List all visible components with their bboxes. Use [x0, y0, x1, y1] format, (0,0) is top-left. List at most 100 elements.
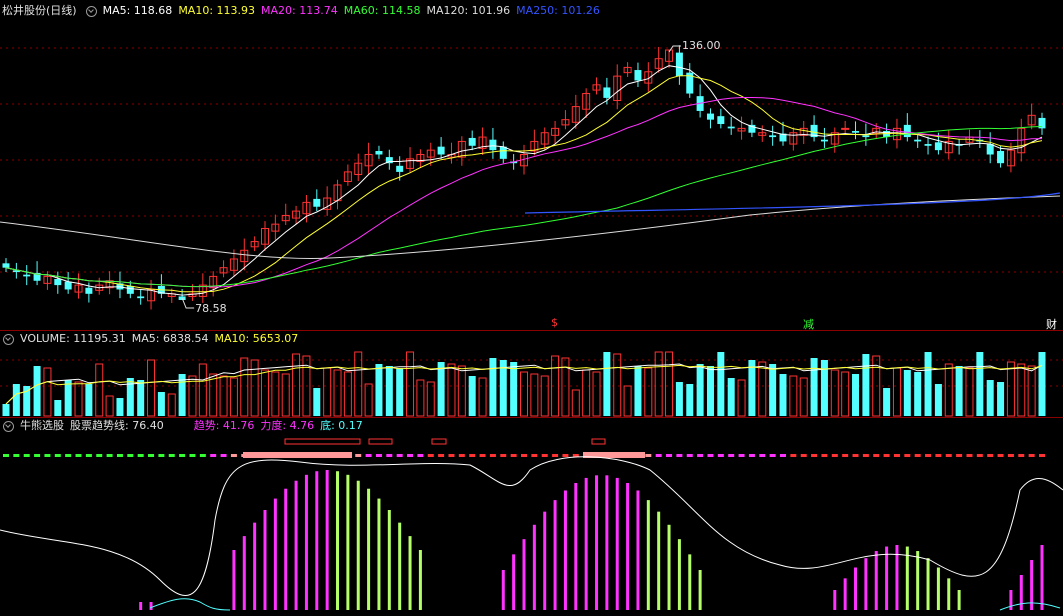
- indicator-bar: [595, 475, 599, 610]
- volume-bar: [2, 404, 10, 416]
- volume-bar: [582, 369, 591, 417]
- status-dash: [127, 454, 134, 457]
- indicator-bar: [947, 578, 951, 610]
- volume-bar: [965, 367, 974, 417]
- volume-bar: [976, 352, 984, 416]
- indicator-bar: [636, 490, 640, 610]
- status-dash: [158, 454, 165, 457]
- status-dash: [199, 454, 206, 457]
- volume-bar: [997, 382, 1005, 416]
- status-dash: [230, 454, 237, 457]
- candle-body: [986, 144, 994, 155]
- indicator-bar: [615, 477, 619, 610]
- candle-body: [769, 135, 777, 138]
- status-dash: [821, 454, 828, 457]
- volume-bar: [354, 351, 363, 417]
- volume-bar: [313, 388, 321, 416]
- indicator-bar: [843, 578, 847, 610]
- volume-bar: [396, 368, 404, 416]
- volume-bar: [198, 363, 207, 417]
- indicator-bar: [688, 554, 692, 610]
- indicator-bar: [387, 510, 391, 610]
- status-dash: [852, 454, 859, 457]
- indicator-bar: [284, 488, 288, 610]
- volume-bar: [830, 369, 839, 417]
- signal-box: [243, 452, 352, 458]
- volume-bar: [934, 384, 942, 416]
- status-dash: [65, 454, 72, 457]
- status-dash: [427, 454, 434, 457]
- status-dash: [3, 454, 9, 457]
- candle-body: [54, 279, 62, 286]
- candle-body: [914, 139, 922, 142]
- status-dash: [386, 454, 393, 457]
- volume-bar: [903, 370, 911, 416]
- candle-body: [934, 142, 942, 151]
- volume-bar: [116, 398, 124, 416]
- volume-bar: [592, 371, 601, 417]
- status-dash: [375, 454, 382, 457]
- indicator-bar: [501, 570, 505, 610]
- status-dash: [769, 454, 776, 457]
- status-dash: [489, 454, 496, 457]
- candle-body: [603, 87, 611, 98]
- volume-bar: [23, 386, 31, 416]
- volume-bar: [1006, 361, 1015, 417]
- status-dash: [189, 454, 196, 457]
- status-dash: [106, 454, 113, 457]
- volume-bar: [333, 369, 342, 417]
- status-dash: [531, 454, 538, 457]
- volume-bar: [468, 376, 476, 416]
- status-dash: [904, 454, 911, 457]
- volume-bar: [623, 385, 632, 417]
- volume-bar: [147, 359, 156, 417]
- candle-body: [489, 139, 497, 151]
- volume-bar: [12, 384, 20, 416]
- status-dash: [500, 454, 507, 457]
- volume-bar: [64, 380, 72, 416]
- indicator-bar: [346, 474, 350, 610]
- candle-body: [396, 165, 404, 172]
- candle-body: [85, 287, 93, 294]
- status-dash: [1018, 454, 1025, 457]
- status-dash: [717, 454, 724, 457]
- status-dash: [935, 454, 942, 457]
- volume-bar: [944, 363, 953, 417]
- status-dash: [811, 454, 818, 457]
- indicator-bar: [646, 500, 650, 610]
- volume-bar: [769, 364, 777, 416]
- volume-bar: [188, 375, 197, 417]
- indicator-bar: [304, 474, 308, 610]
- volume-bar: [261, 369, 269, 417]
- volume-bar: [478, 377, 487, 417]
- indicator-bar: [532, 524, 536, 610]
- indicator-bar: [926, 558, 930, 610]
- status-dash: [759, 454, 766, 457]
- candle-body: [903, 124, 911, 138]
- indicator-bar: [315, 471, 319, 610]
- ma120-line: [0, 195, 1061, 259]
- indicator-bar: [367, 488, 371, 610]
- volume-bar: [737, 379, 746, 417]
- volume-bar: [54, 400, 62, 416]
- volume-bar: [95, 363, 104, 417]
- volume-bar: [426, 381, 435, 417]
- stock-chart[interactable]: [0, 0, 1063, 616]
- candle-body: [126, 285, 134, 294]
- volume-bar: [157, 392, 165, 416]
- ma-line: [5, 65, 1043, 296]
- candle-body: [375, 151, 383, 155]
- volume-bar: [603, 352, 611, 416]
- low-price-label: 78.58: [195, 302, 227, 315]
- status-dash: [75, 454, 82, 457]
- volume-bar: [706, 366, 714, 416]
- candle-body: [862, 135, 870, 138]
- indicator-bar: [667, 524, 671, 610]
- volume-bar: [520, 371, 528, 417]
- candle-body: [437, 146, 445, 155]
- status-dash: [96, 454, 103, 457]
- status-dash: [44, 454, 51, 457]
- volume-bar: [85, 384, 93, 416]
- status-dash: [780, 454, 786, 457]
- volume-bar: [779, 374, 787, 416]
